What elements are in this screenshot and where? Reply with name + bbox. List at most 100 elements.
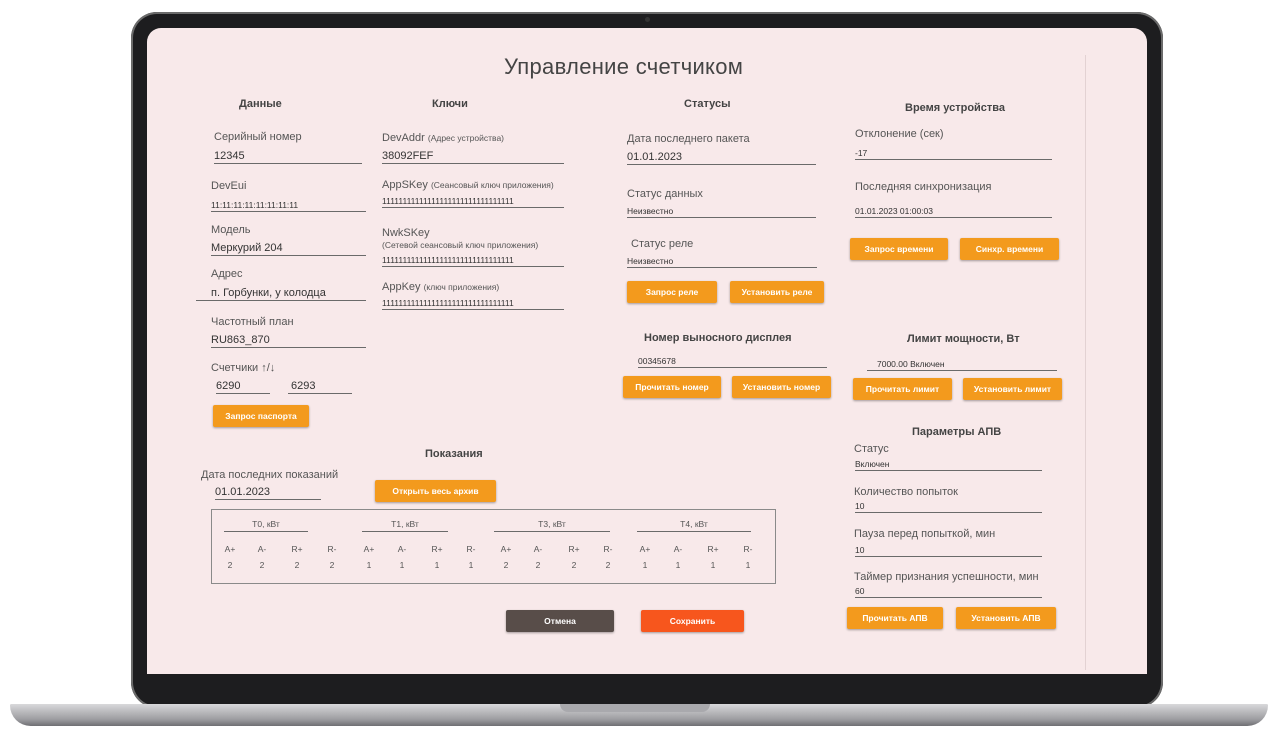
apv-status-field[interactable]: Включен <box>855 459 1042 471</box>
appkey-label: AppKey (ключ приложения) <box>382 281 500 293</box>
apv-pause-field[interactable]: 10 <box>855 545 1042 557</box>
appskey-label: AppSKey (Сеансовый ключ приложения) <box>382 179 554 191</box>
readings-heading: Показания <box>425 448 483 460</box>
display-read-button[interactable]: Прочитать номер <box>623 376 721 398</box>
table-value-cell: 1 <box>745 560 751 570</box>
data-heading: Данные <box>239 98 282 110</box>
table-header-cell: A+ <box>224 544 236 554</box>
apv-heading: Параметры АПВ <box>912 426 1002 438</box>
relay-status-label: Статус реле <box>631 238 694 250</box>
address-value: п. Горбунки, у колодца <box>211 287 326 299</box>
table-header-cell: R- <box>466 544 476 554</box>
table-header-cell: A- <box>257 544 267 554</box>
table-value-cell: 2 <box>605 560 611 570</box>
deviation-label: Отклонение (сек) <box>855 128 944 140</box>
table-header-cell: A- <box>673 544 683 554</box>
table-value-cell: 1 <box>675 560 681 570</box>
table-value-cell: 2 <box>535 560 541 570</box>
table-value-cell: 1 <box>710 560 716 570</box>
table-value-cell: 1 <box>366 560 372 570</box>
table-header-cell: R- <box>603 544 613 554</box>
last-sync-field[interactable]: 01.01.2023 01:00:03 <box>855 206 1052 218</box>
table-value-cell: 1 <box>642 560 648 570</box>
nwkskey-field[interactable]: 11111111111111111111111111111111 <box>382 255 564 267</box>
nwkskey-hint: (Сетевой сеансовый ключ приложения) <box>382 240 539 250</box>
counter-down-value: 6293 <box>291 380 316 392</box>
power-limit-field[interactable]: 7000.00 Включен <box>867 359 1057 371</box>
relay-set-button[interactable]: Установить реле <box>730 281 824 303</box>
laptop-notch <box>560 704 710 712</box>
table-header-cell: A- <box>397 544 407 554</box>
address-field[interactable]: п. Горбунки, у колодца <box>196 287 366 301</box>
webcam <box>645 17 650 22</box>
time-sync-button[interactable]: Синхр. времени <box>960 238 1059 260</box>
serial-label: Серийный номер <box>214 131 302 143</box>
devaddr-field[interactable]: 38092FEF <box>382 150 564 164</box>
data-status-field[interactable]: Неизвестно <box>627 206 816 218</box>
last-packet-field[interactable]: 01.01.2023 <box>627 151 816 165</box>
deveui-label: DevEui <box>211 180 247 192</box>
apv-timer-label: Таймер признания успешности, мин <box>854 571 1039 583</box>
table-group-t3-header: T3, кВт <box>494 519 610 532</box>
power-read-button[interactable]: Прочитать лимит <box>853 378 952 400</box>
apv-set-button[interactable]: Установить АПВ <box>956 607 1056 629</box>
counter-up-field[interactable]: 6290 <box>216 380 270 394</box>
table-header-cell: A+ <box>363 544 375 554</box>
open-archive-button[interactable]: Открыть весь архив <box>375 480 496 502</box>
model-field[interactable]: Меркурий 204 <box>211 242 366 256</box>
table-header-cell: R- <box>743 544 753 554</box>
devaddr-label: DevAddr (Адрес устройства) <box>382 132 505 144</box>
counters-label: Счетчики ↑/↓ <box>211 362 276 374</box>
freq-field[interactable]: RU863_870 <box>211 334 366 348</box>
nwkskey-label: NwkSKey <box>382 227 430 239</box>
last-readings-field[interactable]: 01.01.2023 <box>215 486 321 500</box>
table-group-t0-header: T0, кВт <box>224 519 308 532</box>
appskey-field[interactable]: 11111111111111111111111111111111 <box>382 196 564 208</box>
power-set-button[interactable]: Установить лимит <box>963 378 1062 400</box>
passport-request-button[interactable]: Запрос паспорта <box>213 405 309 427</box>
apv-pause-label: Пауза перед попыткой, мин <box>854 528 996 540</box>
display-number-field[interactable]: 00345678 <box>638 356 827 368</box>
save-button[interactable]: Сохранить <box>641 610 744 632</box>
display-set-button[interactable]: Установить номер <box>732 376 831 398</box>
apv-timer-field[interactable]: 60 <box>855 586 1042 598</box>
model-label: Модель <box>211 224 251 236</box>
power-heading: Лимит мощности, Вт <box>907 333 1020 345</box>
page-title: Управление счетчиком <box>504 54 744 79</box>
table-header-cell: R+ <box>707 544 719 554</box>
deveui-field[interactable]: 11:11:11:11:11:11:11:11 <box>211 200 366 212</box>
table-header-cell: R+ <box>291 544 303 554</box>
serial-field[interactable]: 12345 <box>214 150 362 164</box>
table-header-cell: A+ <box>639 544 651 554</box>
relay-status-field[interactable]: Неизвестно <box>627 256 817 268</box>
display-heading: Номер выносного дисплея <box>644 332 792 344</box>
last-packet-label: Дата последнего пакета <box>627 133 750 145</box>
last-readings-label: Дата последних показаний <box>201 469 339 481</box>
last-sync-label: Последняя синхронизация <box>855 181 992 193</box>
deviation-field[interactable]: -17 <box>855 148 1052 160</box>
table-group-t1-header: T1, кВт <box>362 519 448 532</box>
table-group-t4-header: T4, кВт <box>637 519 751 532</box>
table-header-cell: R+ <box>431 544 443 554</box>
table-header-cell: R+ <box>568 544 580 554</box>
apv-read-button[interactable]: Прочитать АПВ <box>847 607 943 629</box>
time-heading: Время устройства <box>905 102 1006 114</box>
table-value-cell: 2 <box>503 560 509 570</box>
cancel-button[interactable]: Отмена <box>506 610 614 632</box>
relay-request-button[interactable]: Запрос реле <box>627 281 717 303</box>
keys-heading: Ключи <box>432 98 468 110</box>
table-value-cell: 2 <box>329 560 335 570</box>
counter-down-field[interactable]: 6293 <box>288 380 352 394</box>
table-header-cell: A+ <box>500 544 512 554</box>
table-value-cell: 2 <box>571 560 577 570</box>
status-heading: Статусы <box>684 98 731 110</box>
table-header-cell: R- <box>327 544 337 554</box>
time-request-button[interactable]: Запрос времени <box>850 238 948 260</box>
appkey-field[interactable]: 11111111111111111111111111111111 <box>382 298 564 310</box>
apv-attempts-field[interactable]: 10 <box>855 501 1042 513</box>
table-value-cell: 1 <box>434 560 440 570</box>
table-value-cell: 2 <box>259 560 265 570</box>
table-value-cell: 2 <box>227 560 233 570</box>
apv-attempts-label: Количество попыток <box>854 486 958 498</box>
readings-table: T0, кВт T1, кВт T3, кВт T4, кВт A+ 2 A- … <box>211 509 776 584</box>
